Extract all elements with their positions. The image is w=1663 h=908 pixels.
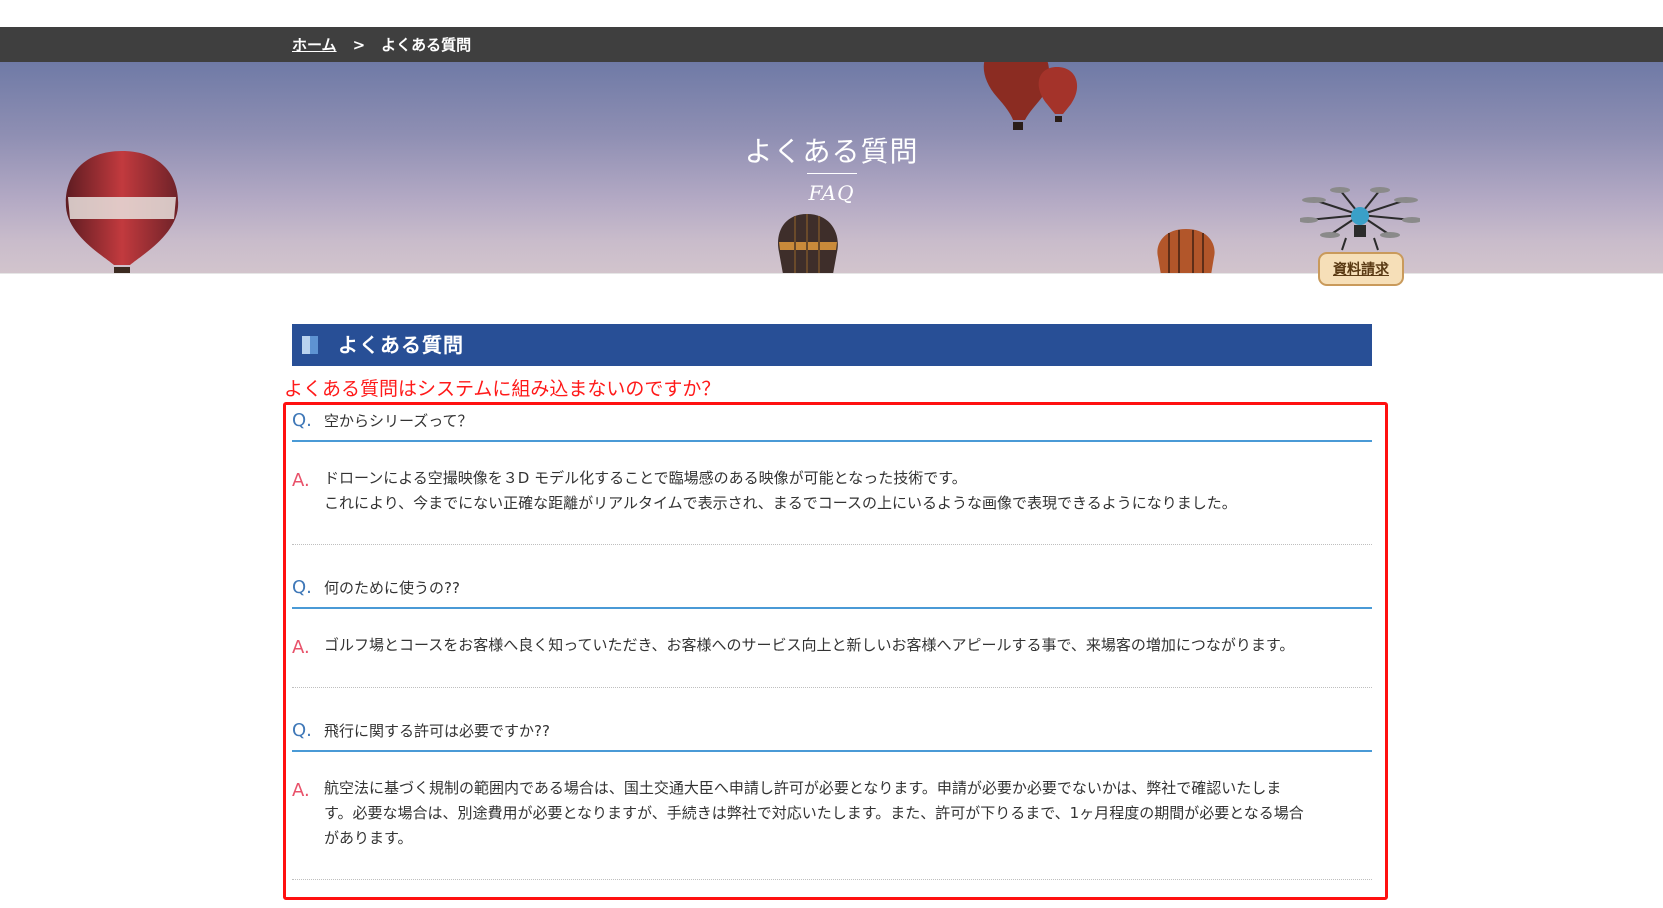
faq-item: Q. 何のために使うの?? A. ゴルフ場とコースをお客様へ良く知っていただき、… bbox=[292, 569, 1372, 688]
faq-divider bbox=[292, 687, 1372, 688]
hero-divider bbox=[807, 173, 857, 174]
faq-item: Q. 飛行に関する許可は必要ですか?? A. 航空法に基づく規制の範囲内である場… bbox=[292, 712, 1372, 880]
answer-line: 航空法に基づく規制の範囲内である場合は、国土交通大臣へ申請し許可が必要となります… bbox=[324, 779, 1282, 797]
annotation-note: よくある質問はシステムに組み込まないのですか？ bbox=[284, 378, 721, 400]
faq-question: Q. 飛行に関する許可は必要ですか?? bbox=[292, 712, 1372, 752]
question-text: 空からシリーズって？ bbox=[324, 412, 473, 430]
a-mark: A. bbox=[292, 780, 310, 801]
q-mark: Q. bbox=[292, 410, 312, 431]
a-mark: A. bbox=[292, 637, 310, 658]
q-mark: Q. bbox=[292, 720, 312, 741]
answer-line: ゴルフ場とコースをお客様へ良く知っていただき、お客様へのサービス向上と新しいお客… bbox=[324, 636, 1295, 654]
heading-marker-icon bbox=[302, 336, 318, 354]
section-heading-bar: よくある質問 bbox=[292, 324, 1372, 366]
answer-text: 航空法に基づく規制の範囲内である場合は、国土交通大臣へ申請し許可が必要となります… bbox=[324, 776, 1372, 851]
answer-text: ドローンによる空撮映像を３D モデル化することで臨場感のある映像が可能となった技… bbox=[324, 466, 1372, 516]
faq-divider bbox=[292, 544, 1372, 545]
faq-question: Q. 何のために使うの?? bbox=[292, 569, 1372, 609]
answer-line: があります。 bbox=[324, 829, 413, 847]
answer-line: す。必要な場合は、別途費用が必要となりますが、手続きは弊社で対応いたします。また… bbox=[324, 804, 1304, 822]
answer-line: ドローンによる空撮映像を３D モデル化することで臨場感のある映像が可能となった技… bbox=[324, 469, 967, 487]
breadcrumb-current: よくある質問 bbox=[381, 36, 472, 54]
breadcrumb-bar: ホーム > よくある質問 bbox=[0, 27, 1663, 62]
a-mark: A. bbox=[292, 470, 310, 491]
faq-item: Q. 空からシリーズって？ A. ドローンによる空撮映像を３D モデル化すること… bbox=[292, 402, 1372, 545]
faq-divider bbox=[292, 879, 1372, 880]
top-strip bbox=[0, 0, 1663, 27]
breadcrumb: ホーム > よくある質問 bbox=[292, 27, 471, 62]
balloon-center-image bbox=[778, 214, 838, 273]
document-request-button[interactable]: 資料請求 bbox=[1318, 252, 1404, 286]
breadcrumb-home-link[interactable]: ホーム bbox=[292, 34, 337, 55]
answer-text: ゴルフ場とコースをお客様へ良く知っていただき、お客様へのサービス向上と新しいお客… bbox=[324, 633, 1372, 658]
q-mark: Q. bbox=[292, 577, 312, 598]
faq-question: Q. 空からシリーズって？ bbox=[292, 402, 1372, 442]
balloon-right-image bbox=[1157, 229, 1215, 273]
question-text: 飛行に関する許可は必要ですか?? bbox=[324, 722, 550, 740]
breadcrumb-separator: > bbox=[352, 35, 366, 54]
answer-line: これにより、今までにない正確な距離がリアルタイムで表示され、まるでコースの上にい… bbox=[324, 494, 1237, 512]
question-text: 何のために使うの?? bbox=[324, 579, 460, 597]
section-heading: よくある質問 bbox=[338, 333, 464, 357]
hero-title: よくある質問 bbox=[744, 135, 919, 168]
